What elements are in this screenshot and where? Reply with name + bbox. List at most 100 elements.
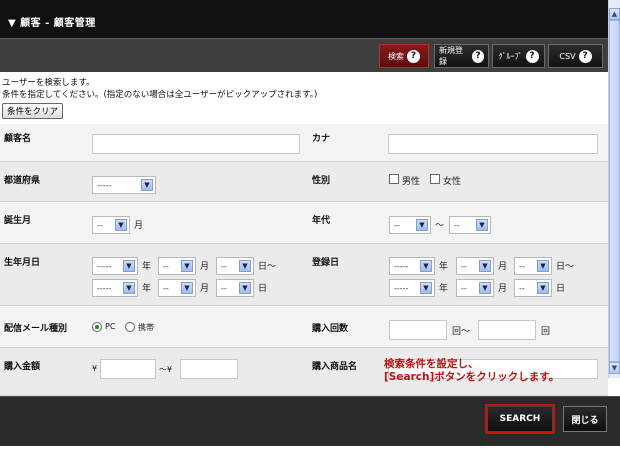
age-range-tilde: ～: [435, 221, 445, 231]
chevron-down-icon[interactable]: ▼: [416, 219, 428, 231]
chevron-down-icon[interactable]: ▼: [476, 219, 488, 231]
chevron-down-icon[interactable]: ▼: [239, 260, 251, 272]
chevron-down-icon[interactable]: ▼: [537, 282, 549, 294]
gender-female-checkbox[interactable]: [430, 174, 440, 184]
registered-day-from-select[interactable]: -- ▼: [514, 257, 552, 275]
scroll-thumb[interactable]: [609, 20, 620, 362]
prefecture-label: 都道府県: [4, 176, 41, 186]
help-icon[interactable]: ?: [525, 49, 539, 63]
instructions-area: ユーザーを検索します。 条件を指定してください。(指定のない場合は全ユーザーがピ…: [0, 73, 608, 123]
kana-label: カナ: [312, 134, 331, 144]
customer-name-input[interactable]: [92, 134, 300, 154]
mail-type-label: 配信メール種別: [4, 324, 68, 334]
prefecture-select[interactable]: ----- ▼: [92, 176, 156, 194]
birthdate-month-to-select[interactable]: -- ▼: [158, 279, 196, 297]
clear-conditions-button[interactable]: 条件をクリア: [2, 103, 64, 119]
count-range-unit: 回～: [452, 327, 471, 337]
mail-mobile-radio[interactable]: [125, 322, 135, 332]
form-row-name: 顧客名 カナ: [0, 124, 608, 162]
new-registration-label: 新規登録: [439, 46, 463, 66]
currency-symbol: ¥: [92, 364, 98, 373]
form-row-dates: 生年月日 ----- ▼ 年 -- ▼ 月 -- ▼ 日～ ----- ▼ 年 …: [0, 244, 608, 306]
search-tab-button[interactable]: 検索 ?: [379, 44, 429, 68]
chevron-down-icon[interactable]: ▼: [123, 260, 135, 272]
instruction-callout: 検索条件を設定し、 [Search]ボタンをクリックします。: [384, 358, 608, 390]
window-titlebar: ▼ 顧客 - 顧客管理: [0, 0, 608, 38]
purchase-amount-to-input[interactable]: [180, 359, 238, 379]
kana-input[interactable]: [388, 134, 598, 154]
close-button[interactable]: 閉じる: [563, 406, 607, 432]
search-button[interactable]: SEARCH: [485, 404, 555, 434]
day-unit: 日: [556, 284, 566, 294]
birthdate-month-from-select[interactable]: -- ▼: [158, 257, 196, 275]
registered-month-from-selected: --: [461, 261, 467, 271]
chevron-down-icon[interactable]: ▼: [479, 260, 491, 272]
callout-line-2: [Search]ボタンをクリックします。: [384, 371, 560, 383]
age-from-select[interactable]: -- ▼: [389, 216, 431, 234]
purchase-amount-from-input[interactable]: [100, 359, 156, 379]
year-unit: 年: [142, 284, 152, 294]
new-registration-button[interactable]: 新規登録 ?: [434, 44, 489, 68]
help-icon[interactable]: ?: [471, 49, 484, 63]
form-row-mail: 配信メール種別 PC 携帯 購入回数 回～ 回: [0, 306, 608, 348]
instruction-line-1: ユーザーを検索します。: [2, 78, 95, 88]
registered-day-to-selected: --: [519, 283, 525, 293]
mail-mobile-label: 携帯: [138, 323, 154, 332]
chevron-down-icon[interactable]: ▼: [537, 260, 549, 272]
chevron-down-icon[interactable]: ▼: [420, 260, 432, 272]
purchase-amount-label: 購入金額: [4, 362, 41, 372]
csv-button[interactable]: CSV ?: [548, 44, 603, 68]
vertical-scrollbar[interactable]: ▲ ▼: [608, 0, 620, 378]
age-to-selected: --: [454, 220, 460, 230]
year-unit: 年: [439, 284, 449, 294]
birth-month-select[interactable]: -- ▼: [92, 216, 130, 234]
callout-line-1: 検索条件を設定し、: [384, 358, 479, 370]
gender-male-label: 男性: [402, 177, 421, 187]
birthdate-day-from-select[interactable]: -- ▼: [216, 257, 254, 275]
registered-month-to-selected: --: [461, 283, 467, 293]
chevron-down-icon[interactable]: ▼: [181, 260, 193, 272]
chevron-down-icon[interactable]: ▼: [479, 282, 491, 294]
gender-male-checkbox[interactable]: [389, 174, 399, 184]
prefecture-selected: -----: [97, 180, 112, 190]
registered-month-from-select[interactable]: -- ▼: [456, 257, 494, 275]
birthdate-year-from-selected: -----: [97, 261, 112, 271]
chevron-down-icon[interactable]: ▼: [181, 282, 193, 294]
chevron-down-icon[interactable]: ▼: [420, 282, 432, 294]
purchase-count-to-input[interactable]: [478, 320, 536, 340]
birthdate-label: 生年月日: [4, 258, 41, 268]
birthdate-year-to-selected: -----: [97, 283, 112, 293]
scroll-up-icon[interactable]: ▲: [609, 8, 620, 20]
month-unit: 月: [498, 284, 508, 294]
birthdate-year-to-select[interactable]: ----- ▼: [92, 279, 138, 297]
group-label: ｸﾞﾙｰﾌﾟ: [498, 51, 523, 61]
help-icon[interactable]: ?: [578, 49, 592, 63]
registered-month-to-select[interactable]: -- ▼: [456, 279, 494, 297]
birth-month-selected: --: [97, 220, 103, 230]
month-unit: 月: [200, 284, 210, 294]
age-from-selected: --: [394, 220, 400, 230]
chevron-down-icon[interactable]: ▼: [115, 219, 127, 231]
chevron-down-icon[interactable]: ▼: [141, 179, 153, 191]
form-row-birth-month: 誕生月 -- ▼ 月 年代 -- ▼ ～ -- ▼: [0, 202, 608, 244]
search-tab-label: 検索: [388, 51, 404, 61]
group-button[interactable]: ｸﾞﾙｰﾌﾟ ?: [492, 44, 545, 68]
chevron-down-icon[interactable]: ▼: [123, 282, 135, 294]
registered-day-from-selected: --: [519, 261, 525, 271]
chevron-down-icon[interactable]: ▼: [239, 282, 251, 294]
scroll-down-icon[interactable]: ▼: [609, 362, 620, 374]
instruction-line-2: 条件を指定してください。(指定のない場合は全ユーザーがピックアップされます。): [2, 90, 318, 100]
registered-year-from-select[interactable]: ----- ▼: [389, 257, 435, 275]
registered-year-to-select[interactable]: ----- ▼: [389, 279, 435, 297]
birthdate-day-to-select[interactable]: -- ▼: [216, 279, 254, 297]
help-icon[interactable]: ?: [407, 49, 420, 63]
gender-female-label: 女性: [443, 177, 462, 187]
age-to-select[interactable]: -- ▼: [449, 216, 491, 234]
day-range-unit: 日～: [556, 262, 575, 272]
gender-label: 性別: [312, 176, 331, 186]
registered-day-to-select[interactable]: -- ▼: [514, 279, 552, 297]
mail-pc-radio[interactable]: [92, 322, 102, 332]
day-unit: 日: [258, 284, 268, 294]
purchase-count-from-input[interactable]: [389, 320, 447, 340]
birthdate-year-from-select[interactable]: ----- ▼: [92, 257, 138, 275]
